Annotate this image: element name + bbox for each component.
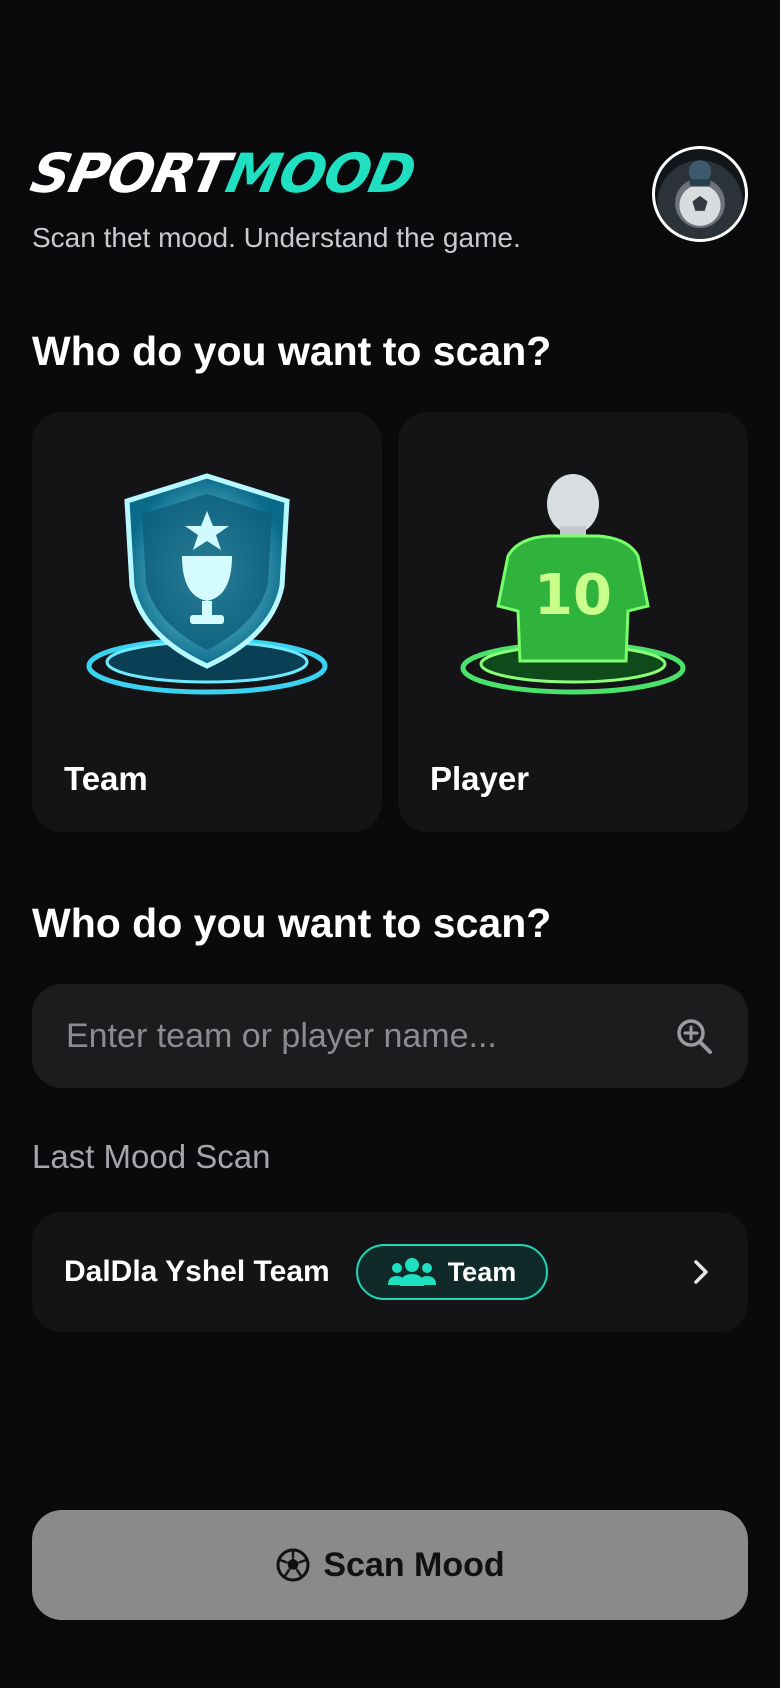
logo-part-mood: MOOD xyxy=(220,142,421,205)
team-icon xyxy=(387,1258,436,1286)
type-badge-label: Team xyxy=(447,1256,517,1287)
choose-title: Who do you want to scan? xyxy=(32,328,552,374)
tagline: Scan thet mood. Understand the game. xyxy=(32,222,521,253)
player-option-card[interactable]: 10 Player xyxy=(398,412,748,832)
chevron-right-icon xyxy=(694,1260,708,1284)
scan-mood-label: Scan Mood xyxy=(323,1545,505,1584)
player-option-label: Player xyxy=(430,760,530,797)
scan-type-options: Team 10 Player xyxy=(32,412,748,832)
search-title: Who do you want to scan? xyxy=(32,900,552,946)
search-bar xyxy=(32,984,748,1088)
last-scan-name: DalDla Yshel Team xyxy=(64,1255,330,1288)
scan-mood-button[interactable]: Scan Mood xyxy=(32,1510,748,1620)
app-logo: SPORT MOOD xyxy=(25,142,421,205)
app-header: SPORT MOOD Scan thet mood. Understand the… xyxy=(25,142,748,266)
avatar[interactable] xyxy=(652,146,748,242)
team-option-card[interactable]: Team xyxy=(32,412,382,832)
type-badge: Team xyxy=(355,1244,549,1300)
soccer-ball-icon xyxy=(276,1548,310,1582)
last-scan-item[interactable]: DalDla Yshel Team Team xyxy=(32,1212,748,1332)
trophy-shield-icon xyxy=(32,456,382,706)
logo-part-sport: SPORT xyxy=(25,142,235,205)
player-jersey-icon: 10 xyxy=(398,456,748,706)
soccer-ball-icon xyxy=(679,160,721,226)
search-input[interactable] xyxy=(66,1016,674,1056)
team-option-label: Team xyxy=(64,760,148,797)
last-scan-label: Last Mood Scan xyxy=(32,1138,271,1175)
search-plus-icon[interactable] xyxy=(674,1016,714,1056)
jersey-number: 10 xyxy=(534,563,612,628)
